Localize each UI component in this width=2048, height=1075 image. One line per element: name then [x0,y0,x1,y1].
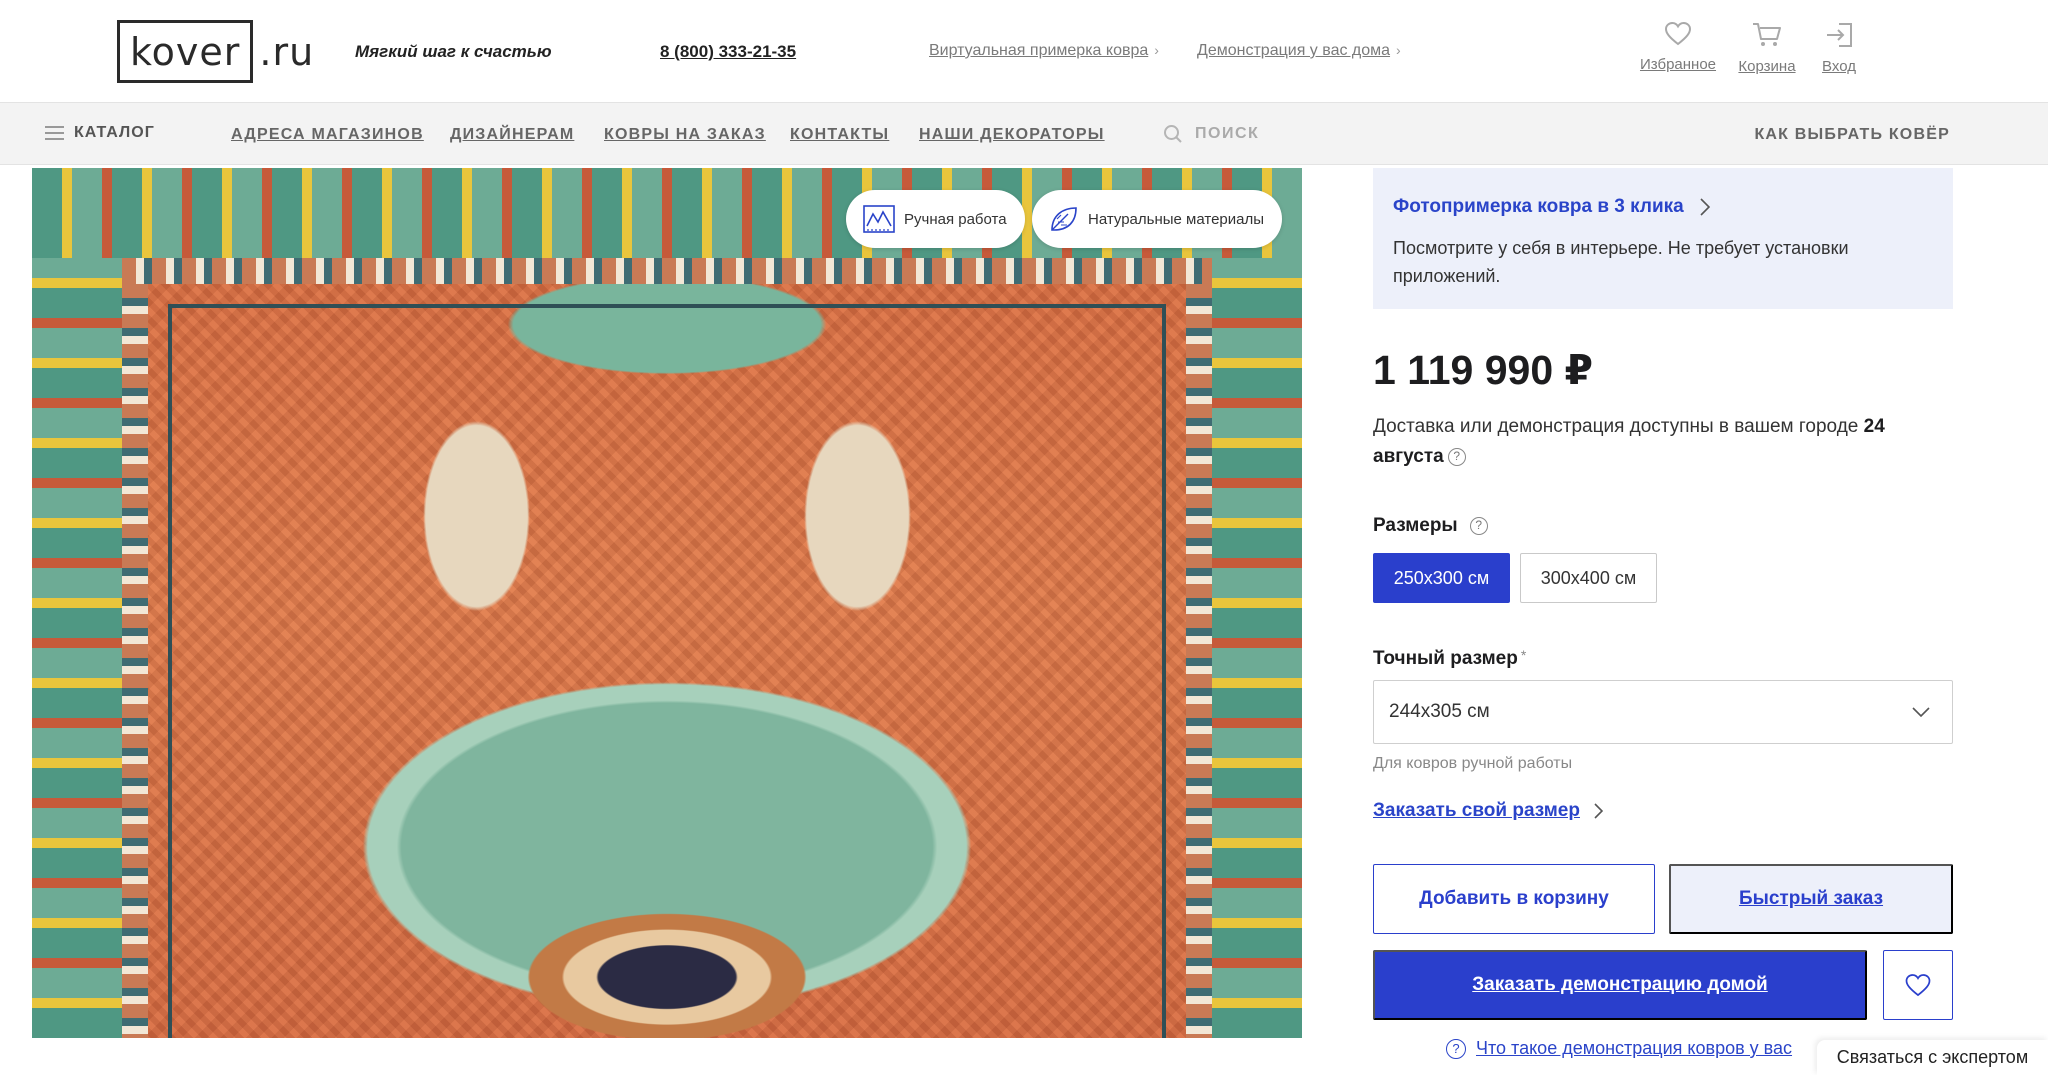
what-is-demo-label: Что такое демонстрация ковров у вас [1476,1038,1793,1058]
order-own-size-label: Заказать свой размер [1373,800,1580,821]
add-to-cart-button[interactable]: Добавить в корзину [1373,864,1655,934]
photo-fitting-panel[interactable]: Фотопримерка ковра в 3 клика Посмотрите … [1373,168,1953,309]
leaf-icon [1051,207,1077,231]
slogan: Мягкий шаг к счастью [355,42,552,61]
nav-item-designers[interactable]: ДИЗАЙНЕРАМ [450,126,574,144]
login-button[interactable]: Вход [1794,22,1884,75]
logo-wordmark: kover [117,20,254,83]
site-header: kover .ru Мягкий шаг к счастью 8 (800) 3… [0,0,2048,102]
chevron-right-icon: › [1396,42,1401,58]
product-price: 1 119 990 ₽ [1373,347,1594,393]
photo-fitting-title-text: Фотопримерка ковра в 3 клика [1393,196,1684,217]
site-logo[interactable]: kover .ru [117,20,314,83]
nav-item-decorators[interactable]: НАШИ ДЕКОРАТОРЫ [919,126,1105,144]
logo-domain: .ru [259,29,315,74]
login-icon [1827,23,1852,47]
required-mark: * [1520,647,1527,663]
nav-item-stores[interactable]: АДРЕСА МАГАЗИНОВ [231,126,424,144]
catalog-menu-button[interactable]: КАТАЛОГ [45,124,155,142]
favorites-label: Избранное [1639,56,1717,73]
sizes-label: Размеры [1373,515,1458,536]
rug-border-line [168,304,1166,1038]
handmade-icon [863,205,895,233]
phone-link[interactable]: 8 (800) 333-21-35 [660,42,796,62]
handmade-label: Ручная работа [904,210,1007,228]
delivery-info: Доставка или демонстрация доступны в ваш… [1373,412,1953,472]
search-input[interactable]: ПОИСК [1163,124,1259,144]
sizes-heading: Размеры ? [1373,515,1488,537]
product-image[interactable]: Ручная работа Натуральные материалы [32,168,1302,1038]
chevron-right-icon [1594,803,1603,819]
virtual-fitting-label: Виртуальная примерка ковра [929,42,1149,59]
help-icon[interactable]: ? [1469,517,1488,535]
home-demo-label: Демонстрация у вас дома [1197,42,1391,59]
heart-icon [1665,22,1691,46]
exact-size-label: Точный размер [1373,648,1518,669]
how-to-choose-link[interactable]: КАК ВЫБРАТЬ КОВЁР [1754,126,1950,144]
order-demo-button[interactable]: Заказать демонстрацию домой [1373,950,1867,1020]
heart-icon [1905,973,1931,996]
what-is-demo-link[interactable]: ? Что такое демонстрация ковров у вас [1446,1038,1792,1059]
delivery-text: Доставка или демонстрация доступны в ваш… [1373,416,1859,437]
exact-size-heading: Точный размер * [1373,647,1526,670]
natural-materials-badge: Натуральные материалы [1032,190,1283,248]
chevron-right-icon [1700,198,1710,216]
exact-size-value: 244x305 см [1389,701,1490,722]
size-option[interactable]: 300x400 см [1520,553,1657,603]
size-option-selected[interactable]: 250x300 см [1373,553,1510,603]
exact-size-hint: Для ковров ручной работы [1373,755,1573,772]
nav-item-custom-rugs[interactable]: КОВРЫ НА ЗАКАЗ [604,126,766,144]
home-demo-link[interactable]: Демонстрация у вас дома › [1197,42,1401,60]
add-to-favorites-button[interactable] [1883,950,1953,1020]
order-own-size-link[interactable]: Заказать свой размер [1373,800,1603,822]
search-icon [1164,125,1182,143]
question-icon: ? [1446,1038,1466,1059]
login-label: Вход [1822,58,1856,75]
favorites-button[interactable]: Избранное [1633,22,1723,73]
catalog-label: КАТАЛОГ [74,124,155,141]
chevron-down-icon [1912,707,1930,717]
natural-materials-label: Натуральные материалы [1088,210,1265,228]
cart-icon [1753,23,1781,46]
photo-fitting-description: Посмотрите у себя в интерьере. Не требуе… [1393,238,1849,286]
search-placeholder: ПОИСК [1195,125,1260,142]
menu-icon [45,125,64,141]
photo-fitting-title[interactable]: Фотопримерка ковра в 3 клика [1393,196,1933,218]
nav-item-contacts[interactable]: КОНТАКТЫ [790,126,889,144]
chevron-right-icon: › [1154,42,1159,58]
main-nav: КАТАЛОГ АДРЕСА МАГАЗИНОВ ДИЗАЙНЕРАМ КОВР… [0,102,2048,165]
handmade-badge: Ручная работа [846,190,1025,248]
contact-expert-button[interactable]: Связаться с экспертом [1817,1040,2048,1075]
quick-order-button[interactable]: Быстрый заказ [1669,864,1953,934]
help-icon[interactable]: ? [1447,448,1466,466]
exact-size-select[interactable]: 244x305 см [1373,680,1953,744]
virtual-fitting-link[interactable]: Виртуальная примерка ковра › [929,42,1159,60]
